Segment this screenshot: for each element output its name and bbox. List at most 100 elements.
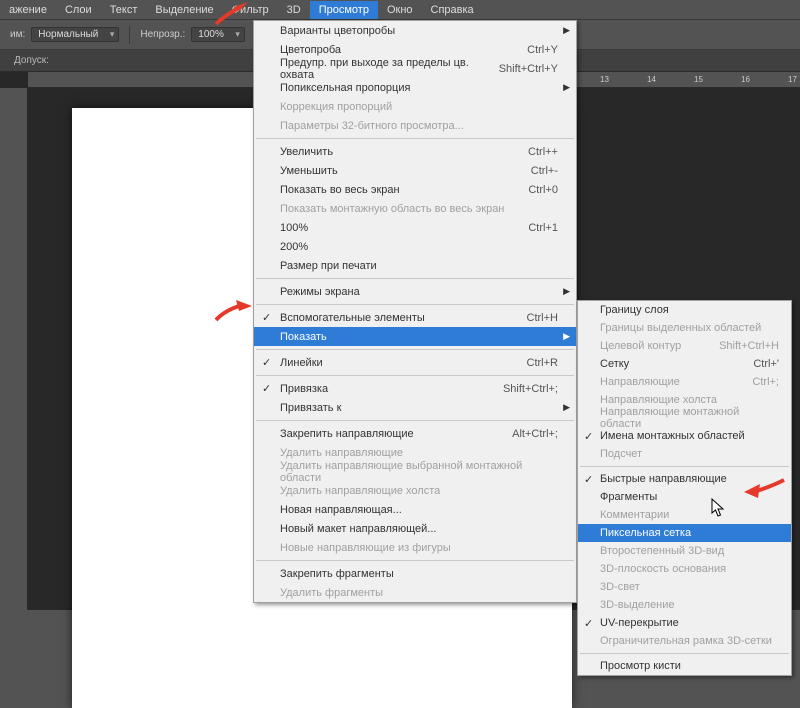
menu-item-label: UV-перекрытие [600,617,679,629]
menu-item-label: Варианты цветопробы [280,25,395,37]
menu-item[interactable]: Новый макет направляющей... [254,519,576,538]
menu-item-label: Параметры 32-битного просмотра... [280,120,464,132]
menu-item-label: Показать монтажную область во весь экран [280,203,504,215]
menu-shortcut: Ctrl++ [528,146,558,158]
menu-item-label: Второстепенный 3D-вид [600,545,724,557]
menu-item[interactable]: Закрепить фрагменты [254,564,576,583]
ruler-tick: 14 [647,75,656,84]
menu-item-label: 3D-плоскость основания [600,563,726,575]
menu-item: Удалить фрагменты [254,583,576,602]
menu-item-label: Пиксельная сетка [600,527,691,539]
menu-image[interactable]: ажение [0,1,56,19]
menu-item[interactable]: ✓Вспомогательные элементыCtrl+H [254,308,576,327]
menu-item: Целевой контурShift+Ctrl+H [578,337,791,355]
menu-item[interactable]: УменьшитьCtrl+- [254,161,576,180]
menu-item[interactable]: 100%Ctrl+1 [254,218,576,237]
menu-shortcut: Ctrl+R [527,357,558,369]
menu-item-label: Предупр. при выходе за пределы цв. охват… [280,57,499,81]
mode-combo[interactable]: Нормальный [31,27,119,42]
checkmark-icon: ✓ [262,356,271,369]
menu-item[interactable]: ✓Быстрые направляющие [578,470,791,488]
menu-item-label: Сетку [600,358,629,370]
menu-filter[interactable]: Фильтр [223,1,278,19]
menu-item: Комментарии [578,506,791,524]
menu-item-label: Границы выделенных областей [600,322,761,334]
menu-shortcut: Ctrl+H [527,312,558,324]
menu-item-label: Направляющие [600,376,680,388]
menu-item[interactable]: Режимы экрана ▶ [254,282,576,301]
menu-item-label: Показать [280,331,327,343]
menu-separator [256,278,574,279]
menu-item[interactable]: Фрагменты [578,488,791,506]
menu-item-label: Цветопроба [280,44,341,56]
menu-item[interactable]: Привязать к▶ [254,398,576,417]
menu-item-label: Коррекция пропорций [280,101,392,113]
ruler-vertical[interactable] [0,88,28,610]
menu-item: Второстепенный 3D-вид [578,542,791,560]
menu-layers[interactable]: Слои [56,1,101,19]
checkmark-icon: ✓ [584,430,593,443]
menu-item[interactable]: Показать во весь экранCtrl+0 [254,180,576,199]
menu-item-label: Просмотр кисти [600,660,681,672]
menu-item-label: Целевой контур [600,340,681,352]
submenu-arrow-icon: ▶ [563,286,570,297]
menu-item: Направляющие Ctrl+; [578,373,791,391]
menu-separator [580,653,789,654]
menu-text[interactable]: Текст [101,1,147,19]
main-menubar: ажение Слои Текст Выделение Фильтр 3D Пр… [0,0,800,20]
menu-item: 3D-плоскость основания [578,560,791,578]
menu-item-label: Режимы экрана [280,286,360,298]
menu-item[interactable]: Предупр. при выходе за пределы цв. охват… [254,59,576,78]
menu-item-label: Удалить направляющие выбранной монтажной… [280,460,558,484]
menu-item[interactable]: Пиксельная сетка [578,524,791,542]
menu-item: 3D-выделение [578,596,791,614]
menu-item-label: Новая направляющая... [280,504,402,516]
menu-item[interactable]: Новая направляющая... [254,500,576,519]
menu-item[interactable]: ✓ Линейки Ctrl+R [254,353,576,372]
menu-item[interactable]: Варианты цветопробы▶ [254,21,576,40]
menu-shortcut: Alt+Ctrl+; [512,428,558,440]
menu-item: Показать монтажную область во весь экран [254,199,576,218]
menu-item-label: 200% [280,241,308,253]
checkmark-icon: ✓ [584,473,593,486]
menu-separator [580,466,789,467]
menu-item-label: Ограничительная рамка 3D-сетки [600,635,772,647]
menu-3d[interactable]: 3D [278,1,310,19]
menu-item[interactable]: Границу слоя [578,301,791,319]
menu-item[interactable]: ✓ Имена монтажных областей [578,427,791,445]
menu-shortcut: Ctrl+; [752,376,779,388]
ruler-tick: 16 [741,75,750,84]
menu-item-label: Удалить направляющие холста [280,485,440,497]
menu-item[interactable]: Размер при печати [254,256,576,275]
menu-item-label: Удалить направляющие [280,447,403,459]
menu-item[interactable]: СеткуCtrl+' [578,355,791,373]
menu-separator [256,560,574,561]
menu-item-label: Подсчет [600,448,642,460]
menu-item-label: Имена монтажных областей [600,430,745,442]
view-menu-dropdown: Варианты цветопробы▶ЦветопробаCtrl+YПред… [253,20,577,603]
menu-shortcut: Shift+Ctrl+; [503,383,558,395]
menu-item[interactable]: ✓UV-перекрытие [578,614,791,632]
menu-item: Ограничительная рамка 3D-сетки [578,632,791,650]
menu-item: Удалить направляющие выбранной монтажной… [254,462,576,481]
menu-view[interactable]: Просмотр [310,1,378,19]
menu-item-label: 3D-свет [600,581,640,593]
menu-item[interactable]: Попиксельная пропорция▶ [254,78,576,97]
menu-item[interactable]: Просмотр кисти [578,657,791,675]
menu-item-label: Показать во весь экран [280,184,400,196]
menu-item[interactable]: ✓ПривязкаShift+Ctrl+; [254,379,576,398]
menu-item[interactable]: 200% [254,237,576,256]
menu-separator [256,420,574,421]
menu-help[interactable]: Справка [422,1,483,19]
menu-item[interactable]: Показать▶ [254,327,576,346]
menu-window[interactable]: Окно [378,1,422,19]
menu-item-label: Линейки [280,357,323,369]
opacity-combo[interactable]: 100% [191,27,245,42]
menu-item-label: Увеличить [280,146,333,158]
menu-item[interactable]: Закрепить направляющиеAlt+Ctrl+; [254,424,576,443]
menu-item[interactable]: Увеличить Ctrl++ [254,142,576,161]
checkmark-icon: ✓ [262,382,271,395]
menu-select[interactable]: Выделение [146,1,222,19]
ruler-tick: 13 [600,75,609,84]
tolerance-label: Допуск: [14,55,49,66]
